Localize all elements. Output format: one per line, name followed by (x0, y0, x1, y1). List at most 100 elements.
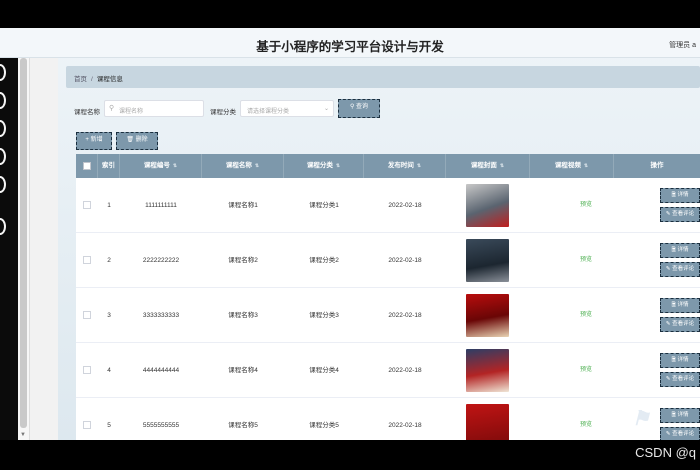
detail-button[interactable]: 🗎 详情 (660, 298, 700, 313)
ring-icon (0, 218, 6, 235)
table-row[interactable]: 1 1111111111 课程名称1 课程分类1 2022-02-18 预览 🗎… (76, 178, 700, 233)
row-checkbox[interactable] (83, 201, 91, 209)
course-name-input[interactable]: ⚲ 课程名称 (104, 100, 204, 117)
video-preview-link[interactable]: 预览 (576, 398, 596, 440)
ring-icon (0, 64, 6, 81)
header-index: 索引 (98, 154, 120, 178)
search-button[interactable]: ⚲ 查询 (338, 99, 380, 118)
sort-icon[interactable]: ⇅ (584, 163, 588, 169)
breadcrumb-home[interactable]: 首页 (74, 76, 87, 83)
delete-button[interactable]: 🗑 删除 (116, 132, 158, 150)
course-name-placeholder: 课程名称 (119, 109, 144, 115)
detail-button-label: 详情 (677, 412, 689, 418)
add-button[interactable]: + 新增 (76, 132, 112, 150)
view-comments-button[interactable]: ✎ 查看评论 (660, 427, 700, 440)
search-icon: ⚲ (109, 105, 115, 112)
video-preview-link[interactable]: 预览 (576, 343, 596, 398)
breadcrumb-separator: / (91, 76, 93, 83)
course-cover-image[interactable] (466, 404, 509, 440)
scrollbar-thumb[interactable] (20, 58, 27, 428)
cell-name: 课程名称1 (228, 202, 258, 209)
detail-button[interactable]: 🗎 详情 (660, 243, 700, 258)
video-preview-link[interactable]: 预览 (576, 288, 596, 343)
header-category-label: 课程分类 (306, 162, 333, 169)
cell-name: 课程名称3 (228, 312, 258, 319)
course-cover-image[interactable] (466, 294, 509, 337)
view-comments-button[interactable]: ✎ 查看评论 (660, 317, 700, 332)
view-comments-label: 查看评论 (672, 266, 695, 272)
cell-date: 2022-02-18 (388, 367, 422, 374)
breadcrumb: 首页 / 课程信息 (66, 66, 700, 88)
table-row[interactable]: 4 4444444444 课程名称4 课程分类4 2022-02-18 预览 🗎… (76, 343, 700, 398)
cell-code: 2222222222 (142, 257, 180, 264)
sort-icon[interactable]: ⇅ (336, 163, 340, 169)
user-label[interactable]: 管理员 a (669, 40, 696, 50)
cell-index: 5 (107, 422, 111, 429)
cell-date: 2022-02-18 (388, 312, 422, 319)
ring-icon (0, 148, 6, 165)
main-content: 首页 / 课程信息 课程名称 ⚲ 课程名称 课程分类 请选择课程分类 ⌄ ⚲ 查询 … (58, 58, 700, 440)
sort-icon[interactable]: ⇅ (255, 163, 259, 169)
view-comments-button[interactable]: ✎ 查看评论 (660, 262, 700, 277)
video-preview-link[interactable]: 预览 (576, 178, 596, 233)
header-name[interactable]: 课程名称 ⇅ (202, 154, 284, 178)
video-watermark-logo: V (560, 400, 579, 431)
cell-category: 课程分类1 (309, 202, 339, 209)
header-category[interactable]: 课程分类 ⇅ (284, 154, 364, 178)
course-cover-image[interactable] (466, 349, 509, 392)
select-all-checkbox[interactable] (83, 162, 91, 170)
row-checkbox[interactable] (83, 311, 91, 319)
cell-name: 课程名称4 (228, 367, 258, 374)
course-category-label: 课程分类 (210, 109, 236, 116)
row-checkbox[interactable] (83, 421, 91, 429)
table-row[interactable]: 5 5555555555 课程名称5 课程分类5 2022-02-18 预览 🗎… (76, 398, 700, 440)
header-code[interactable]: 课程编号 ⇅ (120, 154, 202, 178)
cell-code: 3333333333 (142, 312, 180, 319)
cell-index: 3 (107, 312, 111, 319)
cell-date: 2022-02-18 (388, 257, 422, 264)
row-checkbox[interactable] (83, 366, 91, 374)
detail-button-label: 详情 (677, 192, 689, 198)
cell-name: 课程名称2 (228, 257, 258, 264)
ring-icon (0, 176, 6, 193)
cell-code: 1111111111 (145, 202, 177, 209)
table-row[interactable]: 3 3333333333 课程名称3 课程分类3 2022-02-18 预览 🗎… (76, 288, 700, 343)
view-comments-button[interactable]: ✎ 查看评论 (660, 372, 700, 387)
video-preview-link[interactable]: 预览 (576, 233, 596, 288)
sidebar-scrollbar[interactable]: ▼ (18, 58, 30, 440)
top-bar: 基于小程序的学习平台设计与开发 管理员 a (0, 28, 700, 58)
detail-button[interactable]: 🗎 详情 (660, 408, 700, 423)
course-cover-image[interactable] (466, 184, 509, 227)
view-comments-button[interactable]: ✎ 查看评论 (660, 207, 700, 222)
sort-icon[interactable]: ⇅ (417, 163, 421, 169)
browser-screen: 基于小程序的学习平台设计与开发 管理员 a ▼ 首页 /课程信息 课程名称 ⚲ (0, 28, 700, 440)
video-frame: 基于小程序的学习平台设计与开发 管理员 a ▼ 首页 /课程信息 课程名称 ⚲ (0, 0, 700, 470)
sort-icon[interactable]: ⇅ (500, 163, 504, 169)
chevron-down-icon: ⌄ (323, 106, 329, 112)
course-category-placeholder: 请选择课程分类 (247, 109, 290, 115)
cell-code: 4444444444 (142, 367, 180, 374)
table-row[interactable]: 2 2222222222 课程名称2 课程分类2 2022-02-18 预览 🗎… (76, 233, 700, 288)
view-comments-label: 查看评论 (672, 321, 695, 327)
cell-index: 4 (107, 367, 111, 374)
breadcrumb-current: 课程信息 (96, 76, 123, 83)
header-date[interactable]: 发布时间 ⇅ (364, 154, 446, 178)
cell-category: 课程分类5 (309, 422, 339, 429)
header-date-label: 发布时间 (387, 162, 414, 169)
detail-button[interactable]: 🗎 详情 (660, 188, 700, 203)
sort-icon[interactable]: ⇅ (173, 163, 177, 169)
header-video-label: 课程视频 (554, 162, 581, 169)
row-checkbox[interactable] (83, 256, 91, 264)
header-cover[interactable]: 课程封面 ⇅ (446, 154, 530, 178)
scroll-down-icon[interactable]: ▼ (20, 432, 26, 438)
detail-button-label: 详情 (677, 357, 689, 363)
header-code-label: 课程编号 (143, 162, 170, 169)
cell-category: 课程分类4 (309, 367, 339, 374)
cell-date: 2022-02-18 (388, 422, 422, 429)
header-video[interactable]: 课程视频 ⇅ (530, 154, 614, 178)
course-category-select[interactable]: 请选择课程分类 ⌄ (240, 100, 334, 117)
detail-button[interactable]: 🗎 详情 (660, 353, 700, 368)
course-cover-image[interactable] (466, 239, 509, 282)
video-watermark-icon: ⚑ (632, 408, 650, 430)
trash-icon: 🗑 (126, 137, 136, 143)
